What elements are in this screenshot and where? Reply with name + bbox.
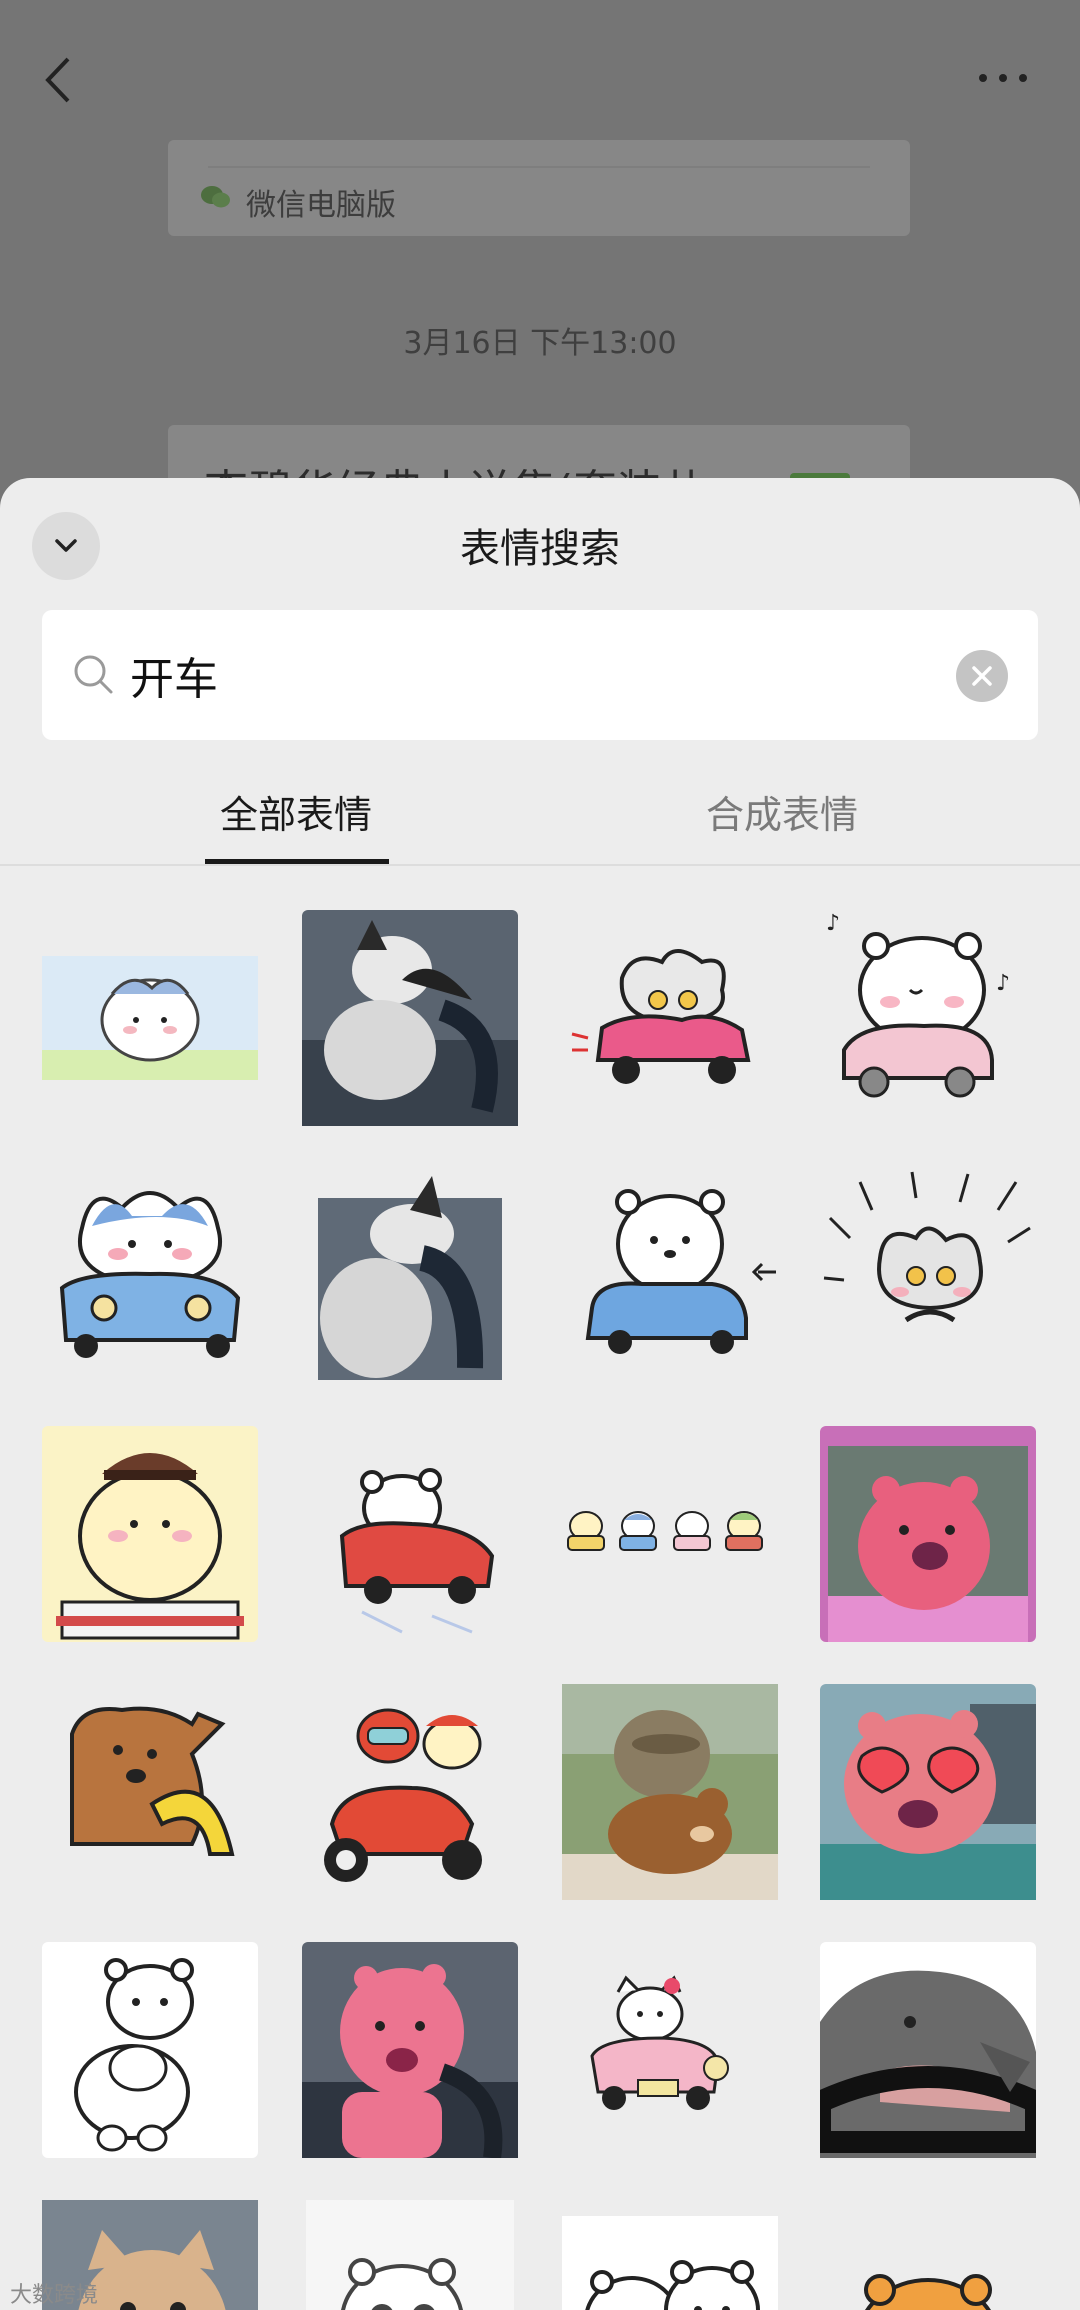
sticker-item[interactable]: [42, 1684, 258, 1900]
sticker-item[interactable]: [42, 1426, 258, 1642]
sticker-item[interactable]: [562, 1684, 778, 1900]
sticker-item[interactable]: [302, 1426, 518, 1642]
sticker-item[interactable]: [820, 1426, 1036, 1642]
sticker-item[interactable]: [562, 1426, 778, 1642]
sticker-item[interactable]: [302, 1942, 518, 2158]
sticker-item[interactable]: [562, 2200, 778, 2310]
sticker-grid: ♪ ♪: [0, 478, 1080, 2310]
watermark: 大数跨境: [10, 2283, 99, 2308]
sticker-item[interactable]: [42, 1942, 258, 2158]
svg-text:♪: ♪: [996, 971, 1010, 996]
sticker-item[interactable]: [302, 910, 518, 1126]
wechat-icon: [201, 186, 230, 208]
chat-background: 微信电脑版 3月16日 下午13:00 李碧华经典小说集(套装共: [0, 0, 1080, 545]
svg-text:♪: ♪: [826, 911, 840, 936]
sticker-item[interactable]: [562, 1168, 778, 1384]
sticker-item[interactable]: [302, 1684, 518, 1900]
more-dots-icon: [979, 74, 1027, 82]
pc-source-label: 微信电脑版: [246, 188, 396, 223]
sticker-item[interactable]: [562, 1942, 778, 2158]
sticker-item[interactable]: [302, 1168, 518, 1384]
sticker-item[interactable]: [820, 1168, 1036, 1384]
chat-timestamp: 3月16日 下午13:00: [403, 326, 677, 361]
sticker-item[interactable]: [820, 2200, 1036, 2310]
sticker-item[interactable]: [562, 910, 778, 1126]
sticker-item[interactable]: [820, 1684, 1036, 1900]
sticker-item[interactable]: ♪ ♪: [820, 910, 1036, 1126]
more-button[interactable]: [975, 68, 1031, 88]
back-button[interactable]: [40, 55, 80, 105]
sticker-item[interactable]: [42, 910, 258, 1126]
sticker-item[interactable]: [820, 1942, 1036, 2158]
sticker-item[interactable]: [42, 1168, 258, 1384]
chevron-left-icon: [45, 57, 70, 103]
card-divider: [208, 166, 870, 168]
sticker-search-sheet: 表情搜索 全部表情 合成表情: [0, 478, 1080, 2310]
sticker-item[interactable]: [302, 2200, 518, 2310]
pc-source-card: 微信电脑版: [168, 140, 910, 236]
